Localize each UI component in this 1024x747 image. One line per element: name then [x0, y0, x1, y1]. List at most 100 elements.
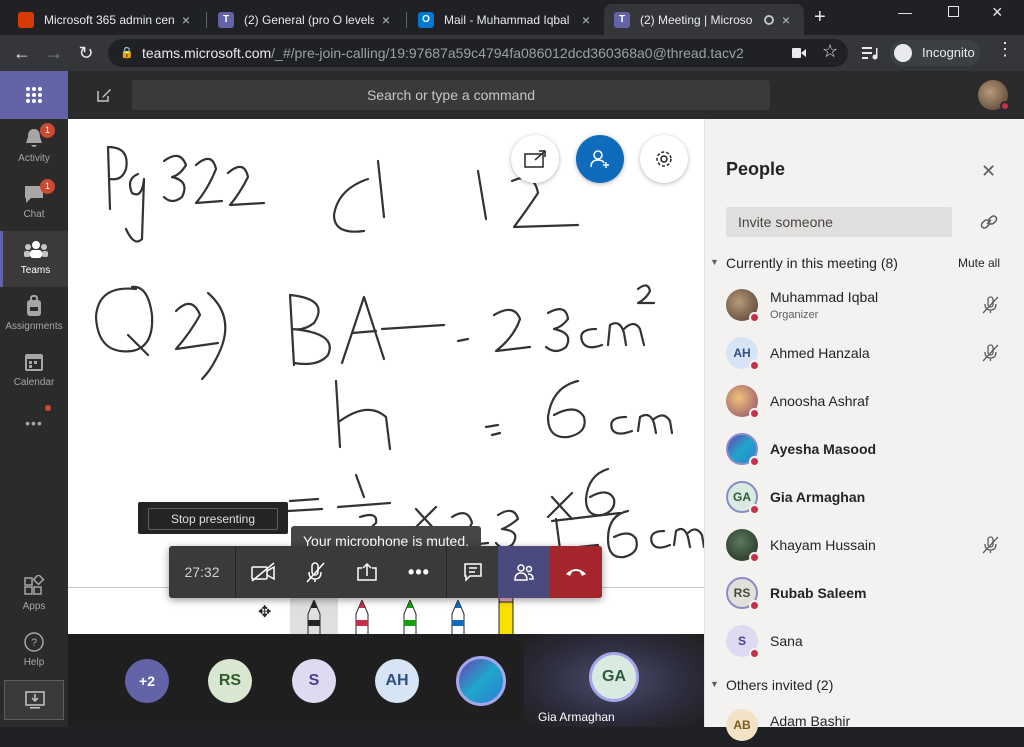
- participant-name: Rubab Saleem: [770, 585, 867, 601]
- close-tab-icon[interactable]: ×: [178, 12, 194, 28]
- stop-presenting-button[interactable]: Stop presenting: [148, 508, 278, 530]
- gear-icon: [656, 151, 672, 167]
- show-conversation-button[interactable]: [446, 546, 498, 598]
- blue-pen-icon[interactable]: [446, 600, 470, 634]
- section-label: Others invited: [726, 677, 813, 693]
- close-tab-icon[interactable]: ×: [778, 12, 794, 28]
- rail-item-teams[interactable]: Teams: [0, 231, 68, 287]
- participant-row[interactable]: RS Rubab Saleem: [726, 571, 1016, 615]
- participant-avatar[interactable]: AH: [375, 659, 419, 703]
- download-app-button[interactable]: [4, 680, 64, 720]
- close-icon[interactable]: ✕: [981, 161, 996, 182]
- close-tab-icon[interactable]: ×: [578, 12, 594, 28]
- share-tray-button[interactable]: [342, 546, 392, 598]
- rail-item-activity[interactable]: 1 Activity: [0, 119, 68, 175]
- stroke-x2: [546, 491, 574, 521]
- section-count: (8): [880, 255, 898, 271]
- share-icon: [357, 562, 377, 581]
- rail-item-assignments[interactable]: Assignments: [0, 287, 68, 343]
- status-badge: [749, 312, 760, 323]
- status-badge: [749, 552, 760, 563]
- red-pen-icon[interactable]: [350, 600, 374, 634]
- participant-avatar[interactable]: RS: [208, 659, 252, 703]
- invited-section-header[interactable]: ▼ Others invited (2): [710, 677, 833, 693]
- participant-row[interactable]: Khayam Hussain: [726, 523, 1016, 567]
- participant-strip: +2 RS S AH GA Gia Armaghan: [68, 634, 704, 727]
- mic-off-icon: [306, 562, 325, 583]
- url-bar[interactable]: 🔒 teams.microsoft.com/_#/pre-join-callin…: [108, 39, 848, 67]
- participant-name: Gia Armaghan: [770, 489, 866, 505]
- overflow-participants-button[interactable]: +2: [125, 659, 169, 703]
- more-icon: •••: [408, 561, 430, 582]
- teams-header: Search or type a command: [68, 71, 1024, 119]
- participant-row[interactable]: Ayesha Masood: [726, 427, 1016, 471]
- more-actions-button[interactable]: •••: [394, 546, 444, 598]
- pop-out-button[interactable]: [511, 135, 559, 183]
- rail-item-help[interactable]: ? Help: [0, 623, 68, 679]
- participant-row[interactable]: GA Gia Armaghan: [726, 475, 1016, 519]
- mic-off-icon[interactable]: [980, 295, 1000, 315]
- media-queue-icon[interactable]: [862, 46, 878, 60]
- reload-icon[interactable]: ↻: [74, 41, 98, 65]
- rail-label: Chat: [23, 209, 45, 220]
- rail-item-calendar[interactable]: Calendar: [0, 343, 68, 399]
- show-participants-button[interactable]: [498, 546, 550, 598]
- app-launcher-button[interactable]: [0, 71, 68, 119]
- bookmark-star-icon[interactable]: ☆: [822, 41, 838, 62]
- mic-toggle-button[interactable]: [290, 546, 340, 598]
- participant-name: Anoosha Ashraf: [770, 393, 869, 409]
- browser-tab-mail[interactable]: O Mail - Muhammad Iqbal ×: [408, 4, 604, 35]
- browser-tab-admin-center[interactable]: Microsoft 365 admin cent ×: [8, 4, 204, 35]
- settings-button[interactable]: [640, 135, 688, 183]
- eraser-icon[interactable]: [494, 592, 518, 634]
- new-chat-icon[interactable]: [96, 87, 112, 103]
- participant-row[interactable]: S Sana: [726, 619, 1016, 663]
- browser-tab-general[interactable]: T (2) General (pro O levels I ×: [208, 4, 404, 35]
- forward-icon[interactable]: →: [42, 41, 66, 65]
- mute-all-button[interactable]: Mute all: [958, 256, 1000, 270]
- back-icon[interactable]: ←: [10, 41, 34, 65]
- camera-blocked-icon[interactable]: [792, 47, 806, 59]
- close-window-icon[interactable]: ×: [992, 2, 1003, 23]
- participant-name: Sana: [770, 633, 803, 649]
- participant-avatar[interactable]: S: [292, 659, 336, 703]
- rail-item-chat[interactable]: 1 Chat: [0, 175, 68, 231]
- maximize-icon[interactable]: [948, 6, 959, 17]
- current-section-header[interactable]: ▼ Currently in this meeting (8): [710, 255, 898, 271]
- green-pen-icon[interactable]: [398, 600, 422, 634]
- participant-row[interactable]: Anoosha Ashraf: [726, 379, 1016, 423]
- share-invite-icon[interactable]: [980, 213, 998, 231]
- more-apps-button[interactable]: •••: [0, 415, 68, 431]
- incognito-indicator[interactable]: Incognito: [890, 40, 980, 66]
- mic-off-icon[interactable]: [980, 535, 1000, 555]
- invite-input[interactable]: Invite someone: [726, 207, 952, 237]
- new-tab-button[interactable]: +: [814, 6, 826, 29]
- stroke-A: [340, 295, 386, 365]
- pop-out-icon: [524, 150, 546, 168]
- active-speaker-tile[interactable]: GA Gia Armaghan: [524, 634, 704, 727]
- invited-row[interactable]: AB Adam Bashir: [726, 703, 1016, 747]
- stroke-1b: [476, 169, 488, 221]
- move-tool-icon[interactable]: ✥: [258, 602, 271, 622]
- stroke-6: [546, 379, 586, 439]
- teams-icon: [23, 241, 48, 258]
- stroke-paren: [200, 291, 227, 381]
- rail-item-apps[interactable]: Apps: [0, 567, 68, 623]
- mic-off-icon[interactable]: [980, 343, 1000, 363]
- black-pen-icon[interactable]: [302, 600, 326, 634]
- participant-row[interactable]: Muhammad Iqbal Organizer: [726, 283, 1016, 327]
- search-input[interactable]: Search or type a command: [132, 80, 770, 110]
- section-label: Currently in this meeting: [726, 255, 877, 271]
- participant-row[interactable]: AH Ahmed Hanzala: [726, 331, 1016, 375]
- close-tab-icon[interactable]: ×: [378, 12, 394, 28]
- chat-badge: 1: [40, 179, 55, 194]
- avatar: AB: [726, 709, 758, 741]
- browser-menu-icon[interactable]: ⋮: [996, 39, 1014, 60]
- minimize-icon[interactable]: —: [898, 4, 912, 20]
- participant-avatar[interactable]: [456, 656, 506, 706]
- stroke-Q: [94, 285, 154, 357]
- browser-tab-meeting[interactable]: T (2) Meeting | Microso ×: [604, 4, 804, 35]
- invite-user-button[interactable]: [576, 135, 624, 183]
- camera-toggle-button[interactable]: [238, 546, 288, 598]
- hang-up-button[interactable]: [550, 546, 602, 598]
